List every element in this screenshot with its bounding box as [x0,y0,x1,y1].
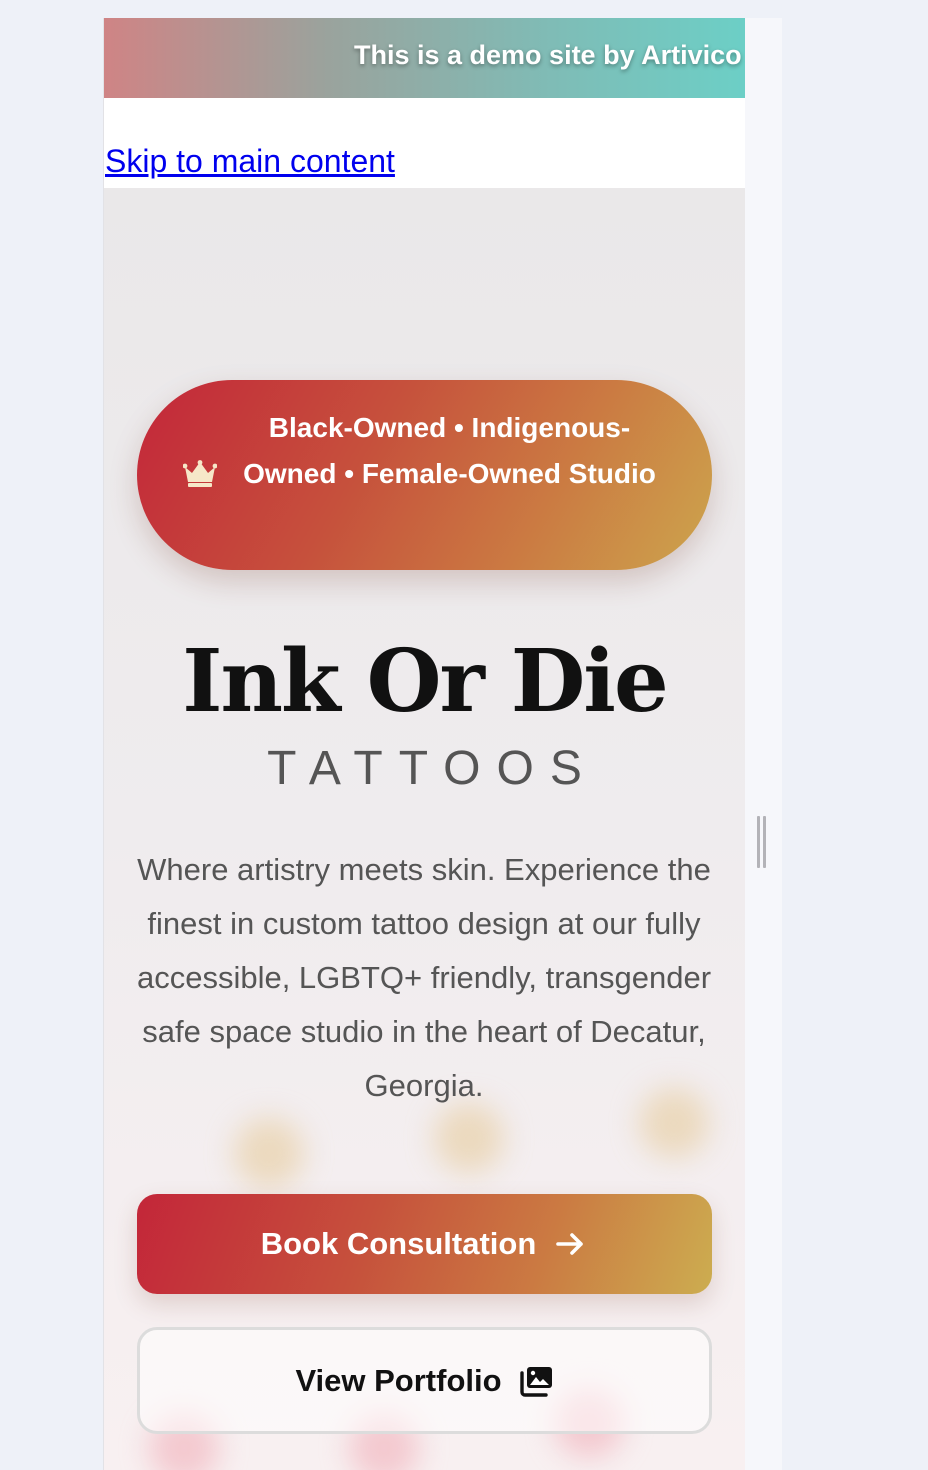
book-consultation-button[interactable]: Book Consultation [137,1194,712,1294]
studio-logo-title: Ink Or Die [182,631,668,732]
skip-to-main-link[interactable]: Skip to main content [105,143,395,180]
studio-logo-subtitle: TATTOOS [267,742,598,795]
mobile-preview-frame: This is a demo site by Artivico Skip to … [103,18,745,1470]
crown-icon [183,460,217,487]
decorative-dot [234,1118,304,1188]
resize-handle[interactable] [757,816,767,868]
viewport: This is a demo site by Artivico Skip to … [0,0,928,1470]
hero-tagline: Where artistry meets skin. Experience th… [136,852,712,1103]
arrow-right-icon [556,1233,584,1255]
side-panel [744,18,782,1470]
decorative-dot [434,1103,504,1173]
view-portfolio-label: View Portfolio [295,1362,502,1398]
ownership-badge: Black-Owned • Indigenous-Owned • Female-… [137,380,712,570]
book-consultation-label: Book Consultation [260,1226,537,1261]
demo-banner: This is a demo site by Artivico [104,18,745,98]
demo-banner-text: This is a demo site by Artivico [354,40,742,70]
hero-section: Black-Owned • Indigenous-Owned • Female-… [104,188,745,1470]
view-portfolio-button[interactable]: View Portfolio [137,1327,712,1434]
images-icon [519,1366,552,1397]
ownership-badge-text: Black-Owned • Indigenous-Owned • Female-… [243,412,656,489]
